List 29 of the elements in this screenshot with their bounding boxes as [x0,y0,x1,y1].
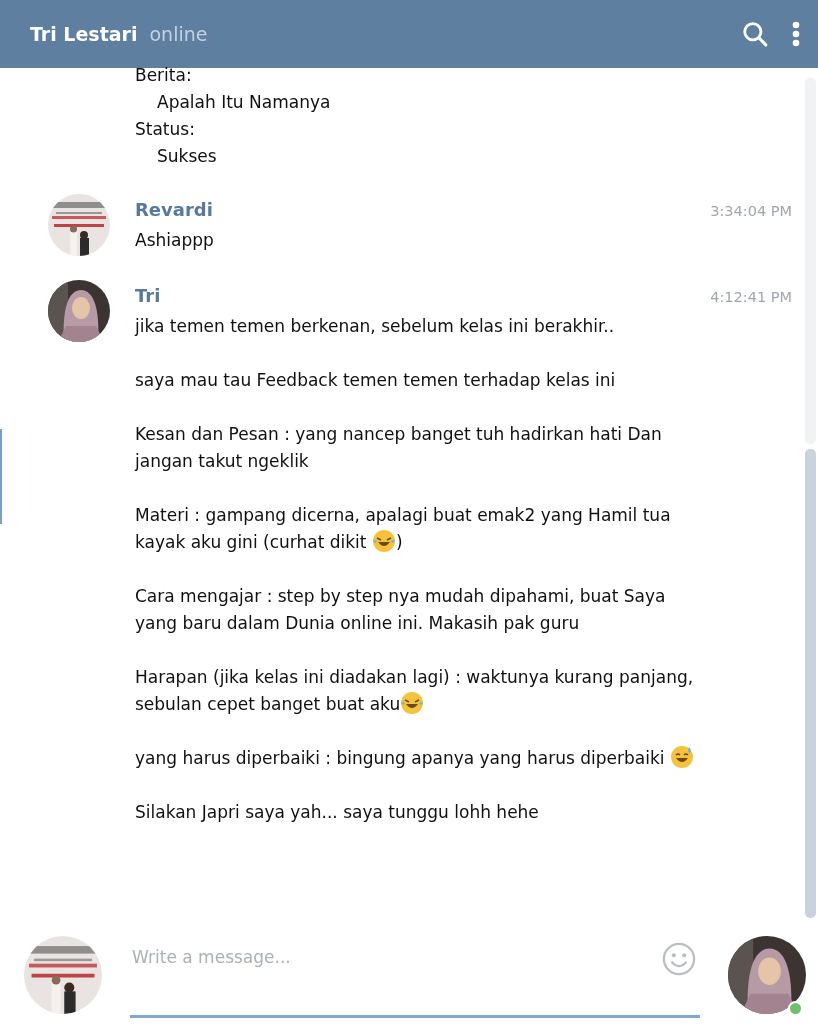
message-text: Kesan dan Pesan : yang nancep banget tuh hadirkan hati Dan jangan takut ngeklik [135,423,663,473]
message-text: Cara mengajar : step by step nya mudah dipahami, buat Saya yang baru dalam Dunia online ini. Makasih pak guru [135,585,667,635]
scrollbar-thumb[interactable] [805,449,816,918]
online-status: online [149,21,208,47]
message-text: Status: [135,118,196,141]
search-icon [742,21,768,47]
message-time: 4:12:41 PM [710,288,792,307]
message-text: Harapan (jika kelas ini diadakan lagi) : waktunya kurang panjang, sebulan cepet banget buat aku [135,666,695,717]
menu-icon [792,21,800,47]
message-text: yang harus diperbaiki : bingung apanya yang harus diperbaiki [135,745,695,772]
message-text: saya mau tau Feedback temen temen terhadap kelas ini [135,369,617,392]
smiley-icon [662,942,696,976]
message-text: Berita: [135,64,193,87]
author-name[interactable]: Revardi [135,196,213,223]
message-text: Ashiappp [135,229,215,252]
message-text: Sukses [157,145,218,168]
sweat-smile-emoji-icon [669,745,694,769]
message-text: Materi : gampang dicerna, apalagi buat emak2 yang Hamil tua kayak aku gini (curhat dikit ) [135,504,672,555]
chat-title: Tri Lestari [30,21,138,47]
laughing-tears-emoji-icon [400,691,425,715]
message-input[interactable]: Write a message... [130,936,700,1018]
menu-button[interactable] [792,21,800,47]
author-name[interactable]: Tri [135,282,161,309]
laughing-tears-emoji-icon [371,529,396,553]
message-time: 3:34:04 PM [710,202,792,221]
message-text: jika temen temen berkenan, sebelum kelas ini berakhir.. [135,315,616,338]
search-button[interactable] [742,21,768,47]
message-text: Apalah Itu Namanya [157,91,332,114]
message-text: Silakan Japri saya yah... saya tunggu lohh hehe [135,801,540,824]
